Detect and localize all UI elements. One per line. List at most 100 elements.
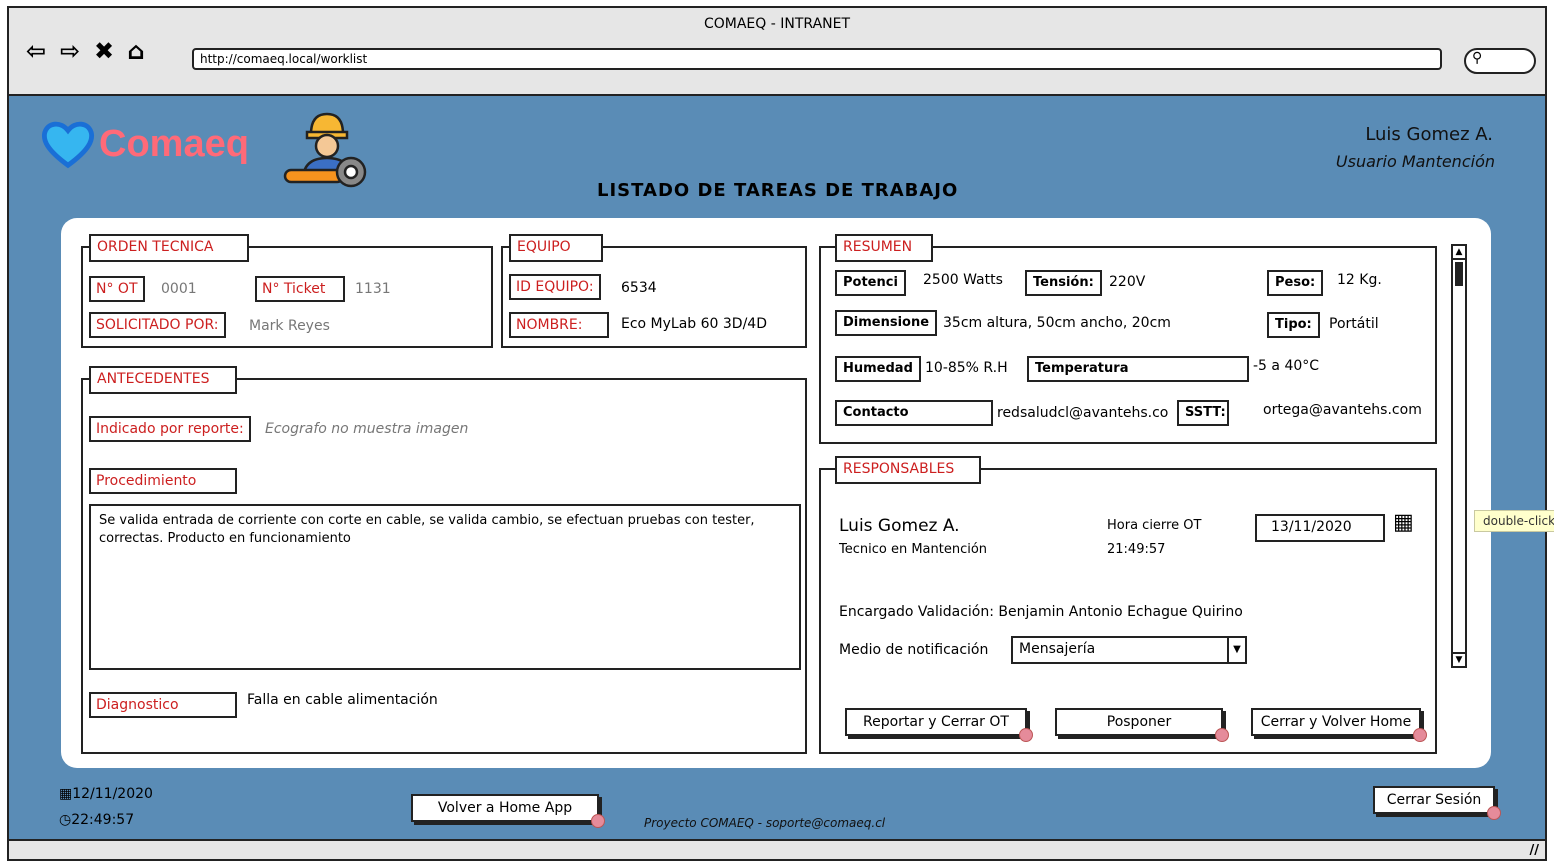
link-icon xyxy=(1215,728,1229,742)
fecha-cierre-input[interactable]: 13/11/2020 xyxy=(1255,514,1385,542)
browser-window: COMAEQ - INTRANET ⇦ ⇨ ✖ ⌂ http://comaeq.… xyxy=(7,6,1554,861)
reporte-value: Ecografo no muestra imagen xyxy=(265,421,469,437)
browser-statusbar: // xyxy=(9,839,1545,859)
page-viewport: Comaeq LISTADO DE TAREAS DE TRABAJO Luis… xyxy=(9,96,1554,841)
temperatura-label: Temperatura xyxy=(1027,356,1249,382)
resumen-section: RESUMEN Potenci 2500 Watts Tensión: 220V… xyxy=(819,234,1437,444)
potencia-value: 2500 Watts xyxy=(923,272,1003,288)
reportar-cerrar-label: Reportar y Cerrar OT xyxy=(863,714,1009,730)
main-panel: ORDEN TECNICA N° OT 0001 N° Ticket 1131 … xyxy=(61,218,1491,768)
id-equipo-label: ID EQUIPO: xyxy=(509,274,601,300)
sstt-label: SSTT: xyxy=(1177,400,1229,426)
close-icon[interactable]: ✖ xyxy=(91,38,117,64)
link-icon xyxy=(1487,806,1501,820)
contacto-value: redsaludcl@avantehs.co xyxy=(997,405,1169,421)
tipo-label: Tipo: xyxy=(1267,312,1320,338)
humedad-value: 10-85% R.H xyxy=(925,360,1008,376)
page-title: LISTADO DE TAREAS DE TRABAJO xyxy=(597,180,959,201)
posponer-label: Posponer xyxy=(1106,714,1172,730)
scroll-down-icon[interactable]: ▼ xyxy=(1453,652,1465,666)
scroll-up-icon[interactable]: ▲ xyxy=(1453,246,1465,260)
procedimiento-textarea[interactable]: Se valida entrada de corriente con corte… xyxy=(89,504,801,670)
url-bar[interactable]: http://comaeq.local/worklist xyxy=(192,48,1442,70)
heart-logo-icon xyxy=(41,121,95,169)
peso-label: Peso: xyxy=(1267,270,1324,296)
orden-tecnica-legend: ORDEN TECNICA xyxy=(89,234,249,262)
diagnostico-label: Diagnostico xyxy=(89,692,237,718)
worker-gear-icon xyxy=(283,112,367,188)
cerrar-sesion-button[interactable]: Cerrar Sesión xyxy=(1373,786,1501,820)
equipo-legend: EQUIPO xyxy=(509,234,603,262)
search-icon[interactable]: ⚲ xyxy=(1464,48,1536,74)
logo-text: Comaeq xyxy=(99,122,249,165)
id-equipo-value: 6534 xyxy=(621,280,657,296)
medio-notificacion-value: Mensajería xyxy=(1019,641,1096,657)
potencia-label: Potenci xyxy=(835,270,906,296)
cerrar-sesion-label: Cerrar Sesión xyxy=(1386,792,1482,808)
ticket-value: 1131 xyxy=(355,281,391,297)
comaeq-logo: Comaeq xyxy=(39,114,249,174)
browser-titlebar: COMAEQ - INTRANET ⇦ ⇨ ✖ ⌂ http://comaeq.… xyxy=(9,8,1545,96)
scroll-thumb[interactable] xyxy=(1455,262,1463,286)
solicitado-value: Mark Reyes xyxy=(249,318,330,334)
user-name: Luis Gomez A. xyxy=(1365,124,1493,145)
window-title: COMAEQ - INTRANET xyxy=(703,16,851,32)
humedad-label: Humedad xyxy=(835,356,921,382)
hora-cierre-label: Hora cierre OT xyxy=(1107,518,1202,533)
dimension-value: 35cm altura, 50cm ancho, 20cm xyxy=(943,315,1171,331)
volver-home-label: Volver a Home App xyxy=(437,800,573,816)
project-footer-text: Proyecto COMAEQ - soporte@comaeq.cl xyxy=(644,816,886,830)
cerrar-volver-button[interactable]: Cerrar y Volver Home xyxy=(1251,708,1427,742)
footer-time-value: 22:49:57 xyxy=(71,812,135,828)
resumen-legend: RESUMEN xyxy=(835,234,933,262)
ot-value: 0001 xyxy=(161,281,197,297)
posponer-button[interactable]: Posponer xyxy=(1055,708,1229,742)
medio-notificacion-label: Medio de notificación xyxy=(839,642,989,658)
responsable-name: Luis Gomez A. xyxy=(839,516,960,536)
chevron-down-icon[interactable]: ▼ xyxy=(1227,638,1245,662)
antecedentes-section: ANTECEDENTES Indicado por reporte: Ecogr… xyxy=(81,366,807,754)
footer-date: ▦12/11/2020 xyxy=(59,786,153,802)
encargado-validacion: Encargado Validación: Benjamin Antonio E… xyxy=(839,604,1243,620)
solicitado-label: SOLICITADO POR: xyxy=(89,312,226,338)
link-icon xyxy=(1413,728,1427,742)
sstt-value: ortega@avantehs.com xyxy=(1263,402,1422,418)
ticket-label: N° Ticket xyxy=(255,276,345,302)
tension-value: 220V xyxy=(1109,274,1146,290)
nombre-label: NOMBRE: xyxy=(509,312,609,338)
responsables-section: RESPONSABLES Luis Gomez A. Tecnico en Ma… xyxy=(819,456,1437,754)
responsable-role: Tecnico en Mantención xyxy=(839,542,988,557)
medio-notificacion-select[interactable]: Mensajería ▼ xyxy=(1011,636,1247,664)
resize-grip-icon[interactable]: // xyxy=(1530,843,1540,858)
peso-value: 12 Kg. xyxy=(1337,272,1382,288)
dimension-label: Dimensione xyxy=(835,310,938,336)
tension-label: Tensión: xyxy=(1025,270,1102,296)
calendar-icon: ▦ xyxy=(59,786,73,802)
antecedentes-legend: ANTECEDENTES xyxy=(89,366,237,394)
ot-label: N° OT xyxy=(89,276,145,302)
calendar-icon[interactable]: ▦ xyxy=(1393,510,1414,535)
reporte-label: Indicado por reporte: xyxy=(89,416,251,442)
contacto-label: Contacto xyxy=(835,400,993,426)
diagnostico-value: Falla en cable alimentación xyxy=(247,692,438,708)
orden-tecnica-section: ORDEN TECNICA N° OT 0001 N° Ticket 1131 … xyxy=(81,234,493,348)
vertical-scrollbar[interactable]: ▲ ▼ xyxy=(1451,244,1467,668)
equipo-section: EQUIPO ID EQUIPO: 6534 NOMBRE: Eco MyLab… xyxy=(501,234,807,348)
tipo-value: Portátil xyxy=(1329,316,1379,332)
user-role: Usuario Mantención xyxy=(1335,152,1495,171)
back-icon[interactable]: ⇦ xyxy=(23,38,49,64)
temperatura-value: -5 a 40°C xyxy=(1253,358,1320,374)
tooltip: double-click xyxy=(1474,510,1554,532)
link-icon xyxy=(1019,728,1033,742)
volver-home-button[interactable]: Volver a Home App xyxy=(411,794,605,828)
hora-cierre-value: 21:49:57 xyxy=(1107,542,1166,557)
reportar-cerrar-button[interactable]: Reportar y Cerrar OT xyxy=(845,708,1033,742)
footer-time: ◷22:49:57 xyxy=(59,812,134,828)
home-icon[interactable]: ⌂ xyxy=(123,38,149,64)
nombre-value: Eco MyLab 60 3D/4D xyxy=(621,316,767,332)
clock-icon: ◷ xyxy=(59,812,72,828)
procedimiento-label: Procedimiento xyxy=(89,468,237,494)
responsables-legend: RESPONSABLES xyxy=(835,456,981,484)
forward-icon[interactable]: ⇨ xyxy=(57,38,83,64)
cerrar-volver-label: Cerrar y Volver Home xyxy=(1260,714,1412,730)
